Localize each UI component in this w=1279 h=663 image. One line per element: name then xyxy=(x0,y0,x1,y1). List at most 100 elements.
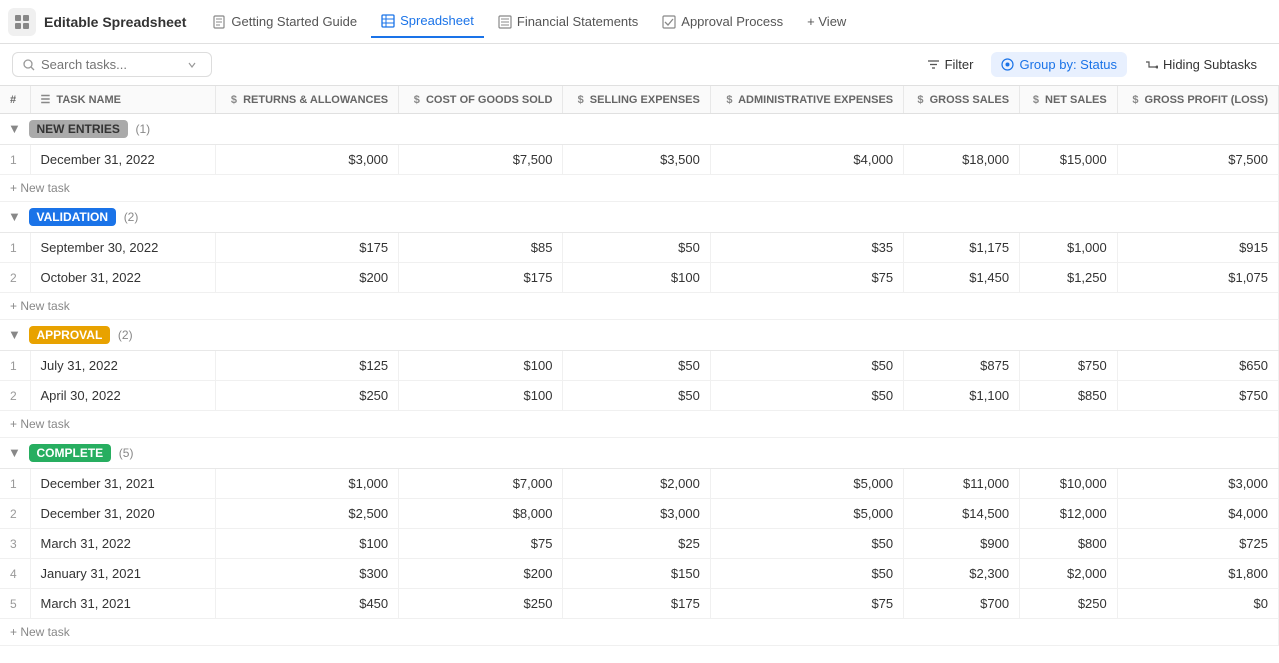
new-task-label[interactable]: + New task xyxy=(0,619,1279,646)
tab-financial-label: Financial Statements xyxy=(517,14,638,29)
row-gross-sales: $1,100 xyxy=(904,381,1020,411)
group-badge-new-entries: NEW ENTRIES xyxy=(29,120,128,138)
row-selling: $2,000 xyxy=(563,469,710,499)
subtask-icon xyxy=(1145,58,1158,71)
row-selling: $3,000 xyxy=(563,499,710,529)
row-gross-sales: $1,450 xyxy=(904,263,1020,293)
row-net-sales: $12,000 xyxy=(1020,499,1118,529)
tab-approval-label: Approval Process xyxy=(681,14,783,29)
group-header-complete[interactable]: ▼ COMPLETE (5) xyxy=(0,438,1279,469)
group-header-validation[interactable]: ▼ VALIDATION (2) xyxy=(0,202,1279,233)
row-net-sales: $1,250 xyxy=(1020,263,1118,293)
row-net-sales: $10,000 xyxy=(1020,469,1118,499)
row-task[interactable]: March 31, 2022 xyxy=(30,529,215,559)
search-input[interactable] xyxy=(41,57,181,72)
row-num: 4 xyxy=(0,559,30,589)
row-task[interactable]: September 30, 2022 xyxy=(30,233,215,263)
table-row[interactable]: 2 October 31, 2022 $200 $175 $100 $75 $1… xyxy=(0,263,1279,293)
row-gross-sales: $875 xyxy=(904,351,1020,381)
hiding-subtasks-button[interactable]: Hiding Subtasks xyxy=(1135,52,1267,77)
col-net-sales-header: $ NET SALES xyxy=(1020,86,1118,114)
app-icon xyxy=(8,8,36,36)
row-admin: $5,000 xyxy=(710,469,903,499)
row-task[interactable]: December 31, 2020 xyxy=(30,499,215,529)
new-task-label[interactable]: + New task xyxy=(0,175,1279,202)
row-gross-profit: $3,000 xyxy=(1117,469,1278,499)
row-net-sales: $1,000 xyxy=(1020,233,1118,263)
tab-spreadsheet[interactable]: Spreadsheet xyxy=(371,6,484,38)
row-task[interactable]: October 31, 2022 xyxy=(30,263,215,293)
row-admin: $75 xyxy=(710,589,903,619)
row-gross-sales: $1,175 xyxy=(904,233,1020,263)
chevron-icon[interactable]: ▼ xyxy=(8,327,21,342)
table-row[interactable]: 2 April 30, 2022 $250 $100 $50 $50 $1,10… xyxy=(0,381,1279,411)
new-task-row-validation[interactable]: + New task xyxy=(0,293,1279,320)
row-returns: $300 xyxy=(215,559,398,589)
row-num: 1 xyxy=(0,233,30,263)
add-view-label: + View xyxy=(807,14,846,29)
search-box[interactable] xyxy=(12,52,212,77)
row-cogs: $250 xyxy=(399,589,563,619)
row-task[interactable]: January 31, 2021 xyxy=(30,559,215,589)
tab-financial[interactable]: Financial Statements xyxy=(488,6,648,38)
row-cogs: $200 xyxy=(399,559,563,589)
chevron-icon[interactable]: ▼ xyxy=(8,121,21,136)
table-row[interactable]: 5 March 31, 2021 $450 $250 $175 $75 $700… xyxy=(0,589,1279,619)
col-selling-header: $ SELLING EXPENSES xyxy=(563,86,710,114)
col-admin-header: $ ADMINISTRATIVE EXPENSES xyxy=(710,86,903,114)
row-task[interactable]: July 31, 2022 xyxy=(30,351,215,381)
row-returns: $100 xyxy=(215,529,398,559)
group-header-new-entries[interactable]: ▼ NEW ENTRIES (1) xyxy=(0,114,1279,145)
table-row[interactable]: 1 December 31, 2022 $3,000 $7,500 $3,500… xyxy=(0,145,1279,175)
row-task[interactable]: March 31, 2021 xyxy=(30,589,215,619)
row-admin: $35 xyxy=(710,233,903,263)
filter-button[interactable]: Filter xyxy=(917,52,984,77)
row-admin: $75 xyxy=(710,263,903,293)
table-row[interactable]: 4 January 31, 2021 $300 $200 $150 $50 $2… xyxy=(0,559,1279,589)
new-task-label[interactable]: + New task xyxy=(0,411,1279,438)
row-cogs: $100 xyxy=(399,381,563,411)
new-task-row-complete[interactable]: + New task xyxy=(0,619,1279,646)
new-task-label[interactable]: + New task xyxy=(0,293,1279,320)
table-body: ▼ NEW ENTRIES (1) 1 December 31, 2022 $3… xyxy=(0,114,1279,646)
row-num: 2 xyxy=(0,381,30,411)
row-admin: $50 xyxy=(710,559,903,589)
row-returns: $200 xyxy=(215,263,398,293)
col-returns-header: $ RETURNS & ALLOWANCES xyxy=(215,86,398,114)
add-view-button[interactable]: + View xyxy=(797,10,856,33)
row-gross-profit: $650 xyxy=(1117,351,1278,381)
row-selling: $25 xyxy=(563,529,710,559)
new-task-row-new-entries[interactable]: + New task xyxy=(0,175,1279,202)
table-row[interactable]: 3 March 31, 2022 $100 $75 $25 $50 $900 $… xyxy=(0,529,1279,559)
row-task[interactable]: December 31, 2021 xyxy=(30,469,215,499)
table-row[interactable]: 2 December 31, 2020 $2,500 $8,000 $3,000… xyxy=(0,499,1279,529)
table-row[interactable]: 1 September 30, 2022 $175 $85 $50 $35 $1… xyxy=(0,233,1279,263)
row-gross-profit: $1,800 xyxy=(1117,559,1278,589)
new-task-row-approval[interactable]: + New task xyxy=(0,411,1279,438)
table-row[interactable]: 1 December 31, 2021 $1,000 $7,000 $2,000… xyxy=(0,469,1279,499)
chevron-icon[interactable]: ▼ xyxy=(8,209,21,224)
group-count-validation: (2) xyxy=(124,210,139,224)
chevron-icon[interactable]: ▼ xyxy=(8,445,21,460)
row-returns: $450 xyxy=(215,589,398,619)
toolbar: Filter Group by: Status Hiding Subtasks xyxy=(0,44,1279,86)
group-header-approval[interactable]: ▼ APPROVAL (2) xyxy=(0,320,1279,351)
row-gross-profit: $1,075 xyxy=(1117,263,1278,293)
tab-guide[interactable]: Getting Started Guide xyxy=(202,6,367,38)
tab-guide-label: Getting Started Guide xyxy=(231,14,357,29)
row-cogs: $75 xyxy=(399,529,563,559)
table-row[interactable]: 1 July 31, 2022 $125 $100 $50 $50 $875 $… xyxy=(0,351,1279,381)
row-admin: $5,000 xyxy=(710,499,903,529)
group-by-button[interactable]: Group by: Status xyxy=(991,52,1127,77)
col-gross-sales-header: $ GROSS SALES xyxy=(904,86,1020,114)
row-gross-sales: $18,000 xyxy=(904,145,1020,175)
tab-approval[interactable]: Approval Process xyxy=(652,6,793,38)
row-returns: $175 xyxy=(215,233,398,263)
row-task[interactable]: April 30, 2022 xyxy=(30,381,215,411)
row-gross-profit: $0 xyxy=(1117,589,1278,619)
top-nav: Editable Spreadsheet Getting Started Gui… xyxy=(0,0,1279,44)
row-returns: $2,500 xyxy=(215,499,398,529)
row-returns: $1,000 xyxy=(215,469,398,499)
row-task[interactable]: December 31, 2022 xyxy=(30,145,215,175)
hiding-subtasks-label: Hiding Subtasks xyxy=(1163,57,1257,72)
